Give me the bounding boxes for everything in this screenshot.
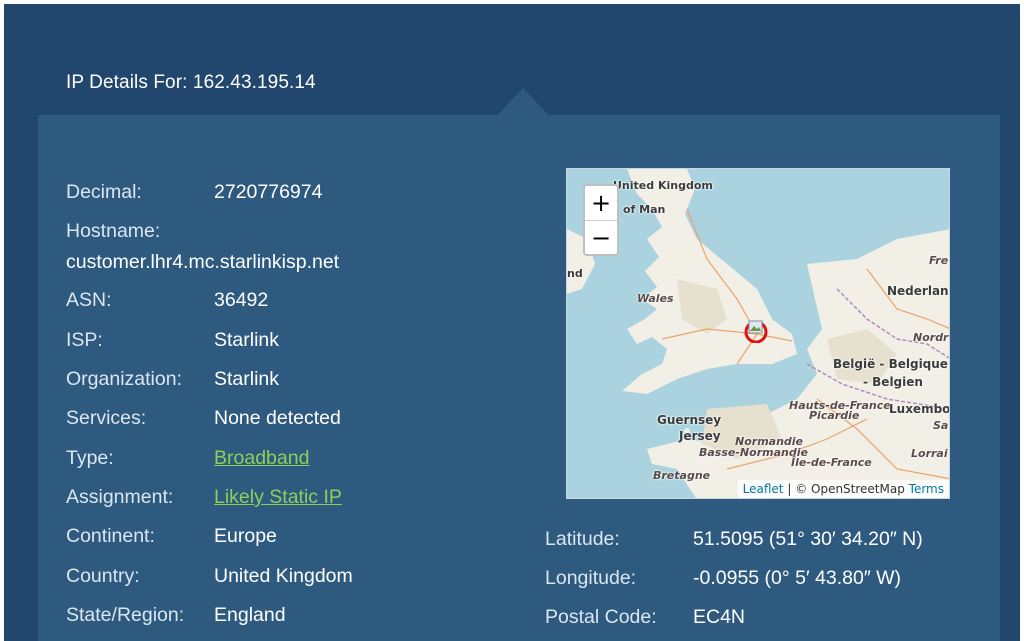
- latitude-label: Latitude:: [545, 528, 620, 550]
- postal-code-value: EC4N: [693, 606, 746, 628]
- continent-label: Continent:: [66, 525, 155, 547]
- map-label-bretagne: Bretagne: [653, 469, 711, 482]
- longitude-value: -0.0955 (0° 5′ 43.80″ W): [693, 567, 902, 589]
- decimal-value: 2720776974: [214, 181, 323, 203]
- isp-label: ISP:: [66, 329, 103, 351]
- zoom-out-button[interactable]: −: [585, 221, 617, 255]
- latitude-value: 51.5095 (51° 30′ 34.20″ N): [693, 528, 923, 550]
- hostname-label: Hostname:: [66, 220, 161, 242]
- asn-label: ASN:: [66, 289, 112, 311]
- terms-link[interactable]: Terms: [909, 482, 944, 496]
- map-attribution: Leaflet | © OpenStreetMap Terms: [737, 480, 949, 498]
- map-label-belgien: - Belgien: [863, 375, 923, 389]
- attribution-text: | © OpenStreetMap: [783, 482, 909, 496]
- services-label: Services:: [66, 407, 147, 429]
- map-label-jersey: Jersey: [679, 429, 721, 443]
- organization-label: Organization:: [66, 368, 182, 390]
- leaflet-link[interactable]: Leaflet: [743, 482, 784, 496]
- organization-value: Starlink: [214, 368, 280, 390]
- state-region-label: State/Region:: [66, 604, 185, 626]
- assignment-link[interactable]: Likely Static IP: [214, 486, 342, 509]
- state-region-value: England: [214, 604, 286, 626]
- page-title: IP Details For: 162.43.195.14: [66, 72, 316, 93]
- assignment-label: Assignment:: [66, 486, 174, 508]
- map-label-luxembourg: Luxembo: [889, 402, 950, 416]
- zoom-control: + −: [583, 184, 619, 256]
- map-label-fr: Fre: [929, 254, 949, 267]
- map-label-saarland: Sa: [933, 419, 949, 432]
- type-label: Type:: [66, 447, 114, 469]
- country-value: United Kingdom: [214, 565, 353, 587]
- page: IP Details For: 162.43.195.14 Decimal: 2…: [0, 0, 1024, 641]
- location-map[interactable]: United Kingdom of Man nd Wales Nederlan …: [566, 168, 950, 499]
- longitude-label: Longitude:: [545, 567, 637, 589]
- map-label-guernsey: Guernsey: [657, 413, 722, 427]
- continent-value: Europe: [214, 525, 277, 547]
- decimal-label: Decimal:: [66, 181, 142, 203]
- services-value: None detected: [214, 407, 341, 429]
- map-label-belgie: België - Belgique: [833, 357, 948, 371]
- map-label-lorraine: Lorrai: [911, 447, 948, 460]
- location-marker-icon[interactable]: [744, 320, 768, 343]
- map-label-ile-de-france: Île-de-France: [791, 456, 872, 469]
- hostname-value: customer.lhr4.mc.starlinkisp.net: [66, 251, 340, 273]
- map-label-nordrhein: Nordr: [913, 331, 949, 344]
- zoom-in-button[interactable]: +: [585, 186, 617, 221]
- map-label-wales: Wales: [637, 292, 674, 305]
- isp-value: Starlink: [214, 329, 280, 351]
- asn-value: 36492: [214, 289, 269, 311]
- map-label-picardie: Picardie: [809, 409, 860, 422]
- map-label-ireland: nd: [567, 267, 583, 280]
- map-label-united-kingdom: United Kingdom: [613, 179, 713, 192]
- type-link[interactable]: Broadband: [214, 447, 309, 470]
- postal-code-label: Postal Code:: [545, 606, 657, 628]
- map-label-isle-of-man: of Man: [623, 203, 666, 216]
- map-label-nederland: Nederlan: [887, 284, 949, 298]
- country-label: Country:: [66, 565, 140, 587]
